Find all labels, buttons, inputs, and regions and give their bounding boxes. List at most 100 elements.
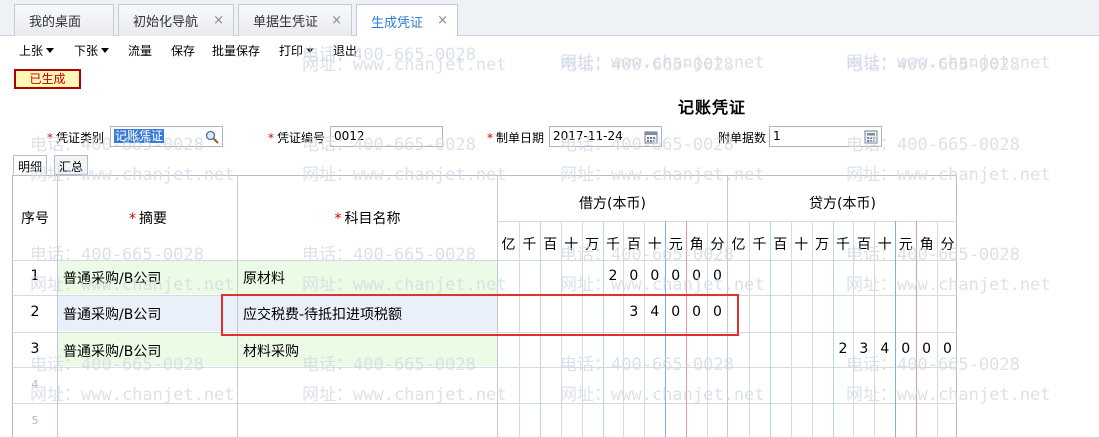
row-seq: 2 [30,304,40,320]
debit-digit[interactable]: 0 [685,268,708,284]
tab-label: 生成凭证 [371,15,424,31]
attachments-value: 1 [773,129,781,143]
required-mark: * [487,131,493,145]
print-label: 打印 [279,44,304,58]
digit-unit-header: 万 [585,237,600,253]
attachments-label: 附单据数 [718,131,767,145]
digit-divider [937,221,938,437]
highlight-box [221,294,739,336]
tab-label: 我的桌面 [29,15,82,30]
next-dropdown-button[interactable]: 下张 [74,42,110,59]
exit-button[interactable]: 退出 [333,42,357,59]
row-seq: 1 [30,268,40,284]
date-label: * 制单日期 [487,129,544,146]
attachments-input[interactable]: 1 [769,126,882,147]
credit-digit[interactable]: 4 [873,341,896,357]
calculator-icon[interactable] [864,130,878,144]
credit-digit[interactable]: 3 [852,341,875,357]
voucher-number-input[interactable]: 0012 [330,126,443,147]
digit-unit-header: 十 [564,237,579,253]
row-seq: 3 [30,341,40,357]
label-text: 凭证类别 [56,131,105,145]
digit-unit-header: 分 [710,237,725,253]
digit-unit-header: 分 [940,237,955,253]
date-value: 2017-11-24 [553,129,623,143]
row-seq: 4 [31,378,39,391]
digit-unit-header: 千 [522,237,537,253]
calendar-icon[interactable] [644,130,658,144]
digit-unit-header: 千 [752,237,767,253]
digit-unit-header: 元 [898,237,913,253]
digit-unit-header: 元 [668,237,683,253]
chevron-down-icon [306,48,315,53]
row-account[interactable]: 材料采购 [243,341,299,361]
chevron-down-icon [46,48,55,53]
digit-divider [874,221,875,437]
flow-button[interactable]: 流量 [128,42,152,59]
credit-digit[interactable]: 0 [894,341,917,357]
close-icon[interactable]: × [437,13,448,28]
header-debit: 借方(本币) [579,196,646,212]
save-button[interactable]: 保存 [171,42,195,59]
prev-dropdown-button[interactable]: 上张 [19,42,55,59]
debit-digit[interactable]: 0 [622,268,645,284]
tab-bar: 我的桌面 初始化导航 × 单据生凭证 × 生成凭证 × [0,0,1099,37]
debit-digit[interactable]: 0 [643,268,666,284]
credit-digit[interactable]: 0 [915,341,938,357]
tab-detail[interactable]: 明细 [13,155,48,175]
required-mark: * [129,211,136,227]
digit-unit-header: 十 [877,237,892,253]
debit-digit[interactable]: 2 [602,268,625,284]
chevron-down-icon [101,48,110,53]
voucher-type-input[interactable]: 记账凭证 [110,126,223,147]
search-icon[interactable] [205,130,219,144]
row-divider [13,403,957,404]
tab-doc-to-voucher[interactable]: 单据生凭证 × [238,4,352,36]
digit-unit-header: 百 [543,237,558,253]
row-summary[interactable]: 普通采购/B公司 [63,341,161,361]
digit-unit-header: 角 [689,237,704,253]
tab-generate-voucher[interactable]: 生成凭证 × [356,4,458,37]
digit-unit-header: 角 [919,237,934,253]
digit-unit-header: 亿 [501,237,516,253]
voucher-number-label: * 凭证编号 [268,129,325,146]
row-summary[interactable]: 普通采购/B公司 [63,304,161,324]
tab-init-guide[interactable]: 初始化导航 × [118,4,234,36]
digit-divider [833,221,834,437]
digit-unit-header: 百 [626,237,641,253]
digit-unit-header: 千 [606,237,620,253]
row-summary[interactable]: 普通采购/B公司 [63,268,161,288]
tab-my-desktop[interactable]: 我的桌面 [14,4,114,36]
row-divider [13,260,957,261]
digit-divider [812,221,813,437]
digit-divider [770,221,771,437]
row-account[interactable]: 原材料 [243,268,285,288]
header-account-label: 科目名称 [344,211,401,227]
row-divider [13,367,957,368]
digit-unit-header: 千 [836,237,850,253]
credit-digit[interactable]: 2 [832,341,855,357]
required-mark: * [334,211,342,227]
close-icon[interactable]: × [213,13,224,28]
debit-digit[interactable]: 0 [706,268,729,284]
tab-summary[interactable]: 汇总 [54,155,89,175]
header-credit: 贷方(本币) [809,196,876,212]
tab-label: 单据生凭证 [253,15,319,30]
status-badge: 已生成 [14,69,81,89]
digit-divider [895,221,896,437]
date-input[interactable]: 2017-11-24 [549,126,662,147]
debit-digit[interactable]: 0 [664,268,687,284]
digit-divider [916,221,917,437]
close-icon[interactable]: × [331,13,342,28]
digit-unit-header: 十 [647,237,662,253]
header-account: * 科目名称 [238,208,497,228]
label-text: 凭证编号 [277,131,326,145]
next-label: 下张 [74,44,99,58]
column-divider [57,176,58,437]
tab-label: 初始化导航 [133,15,199,30]
required-mark: * [47,131,53,145]
batch-save-button[interactable]: 批量保存 [212,42,260,59]
credit-digit[interactable]: 0 [936,341,959,357]
print-dropdown-button[interactable]: 打印 [279,42,315,59]
label-text: 制单日期 [496,131,545,145]
